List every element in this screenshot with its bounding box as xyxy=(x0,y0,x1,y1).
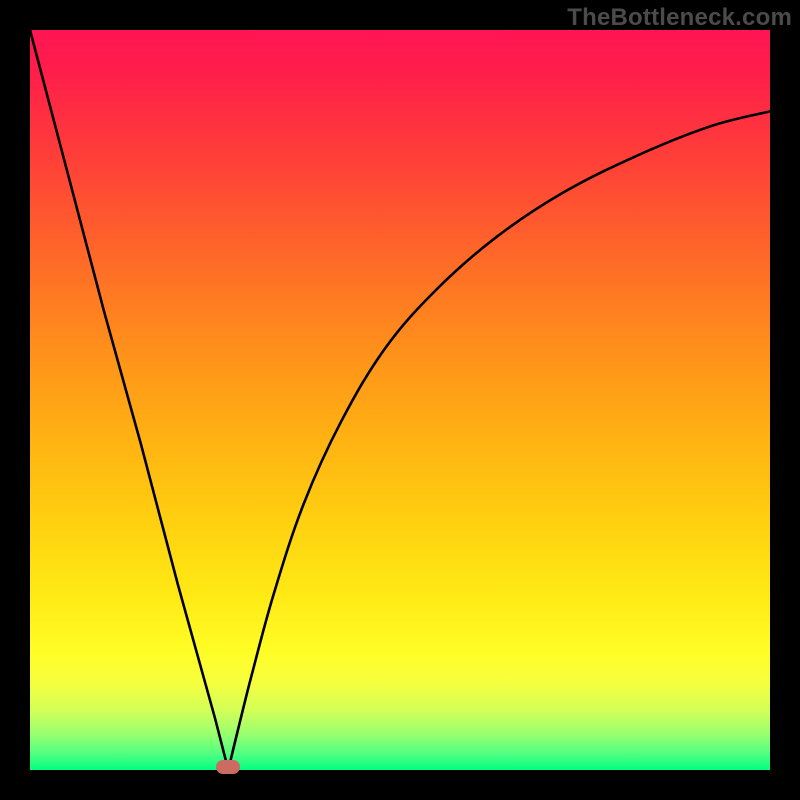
optimum-marker xyxy=(216,760,240,774)
watermark-text: TheBottleneck.com xyxy=(567,4,792,32)
curve-right-branch xyxy=(228,111,770,770)
chart-frame: TheBottleneck.com xyxy=(0,0,800,800)
plot-area xyxy=(30,30,770,770)
curve-layer xyxy=(30,30,770,770)
curve-left-branch xyxy=(30,30,228,770)
